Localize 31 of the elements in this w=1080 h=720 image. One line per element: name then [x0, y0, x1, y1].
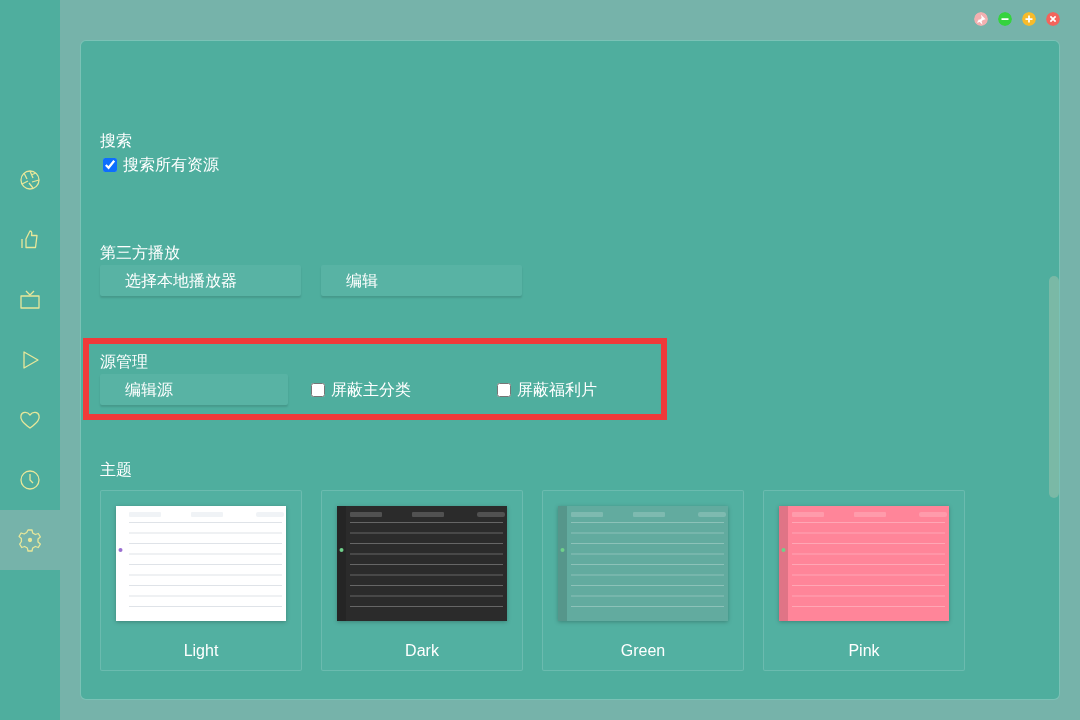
section-title: 搜索: [100, 131, 132, 151]
aperture-icon: [18, 168, 42, 192]
action-button[interactable]: 编辑源: [100, 374, 288, 405]
theme-name: Dark: [405, 641, 439, 661]
theme-card[interactable]: Light: [100, 490, 302, 671]
checkbox-label: 屏蔽主分类: [330, 379, 411, 400]
theme-card[interactable]: Green: [542, 490, 744, 671]
scrollbar[interactable]: [1049, 276, 1059, 498]
theme-name: Green: [620, 641, 666, 661]
tv-icon: [18, 288, 42, 312]
minimize-button[interactable]: [998, 12, 1012, 26]
close-button[interactable]: [1046, 12, 1060, 26]
section-title: 源管理: [100, 352, 148, 372]
clock-icon: [18, 468, 42, 492]
checkbox[interactable]: [103, 158, 117, 172]
checkbox[interactable]: [497, 382, 512, 397]
section-title: 主题: [100, 460, 132, 480]
theme-card[interactable]: Dark: [321, 490, 523, 671]
pin-button[interactable]: [974, 12, 988, 26]
action-button[interactable]: 选择本地播放器: [100, 265, 301, 296]
checkbox-label: 屏蔽福利片: [517, 379, 598, 400]
theme-name: Light: [183, 641, 219, 661]
theme-card[interactable]: Pink: [763, 490, 965, 671]
checkbox-label: 搜索所有资源: [123, 155, 219, 175]
theme-name: Pink: [848, 641, 880, 661]
sidebar-item[interactable]: [0, 510, 60, 570]
maximize-button[interactable]: [1022, 12, 1036, 26]
settings-icon: [18, 528, 42, 552]
action-button[interactable]: 编辑: [321, 265, 522, 296]
section-title: 第三方播放: [100, 243, 180, 263]
checkbox[interactable]: [310, 382, 325, 397]
